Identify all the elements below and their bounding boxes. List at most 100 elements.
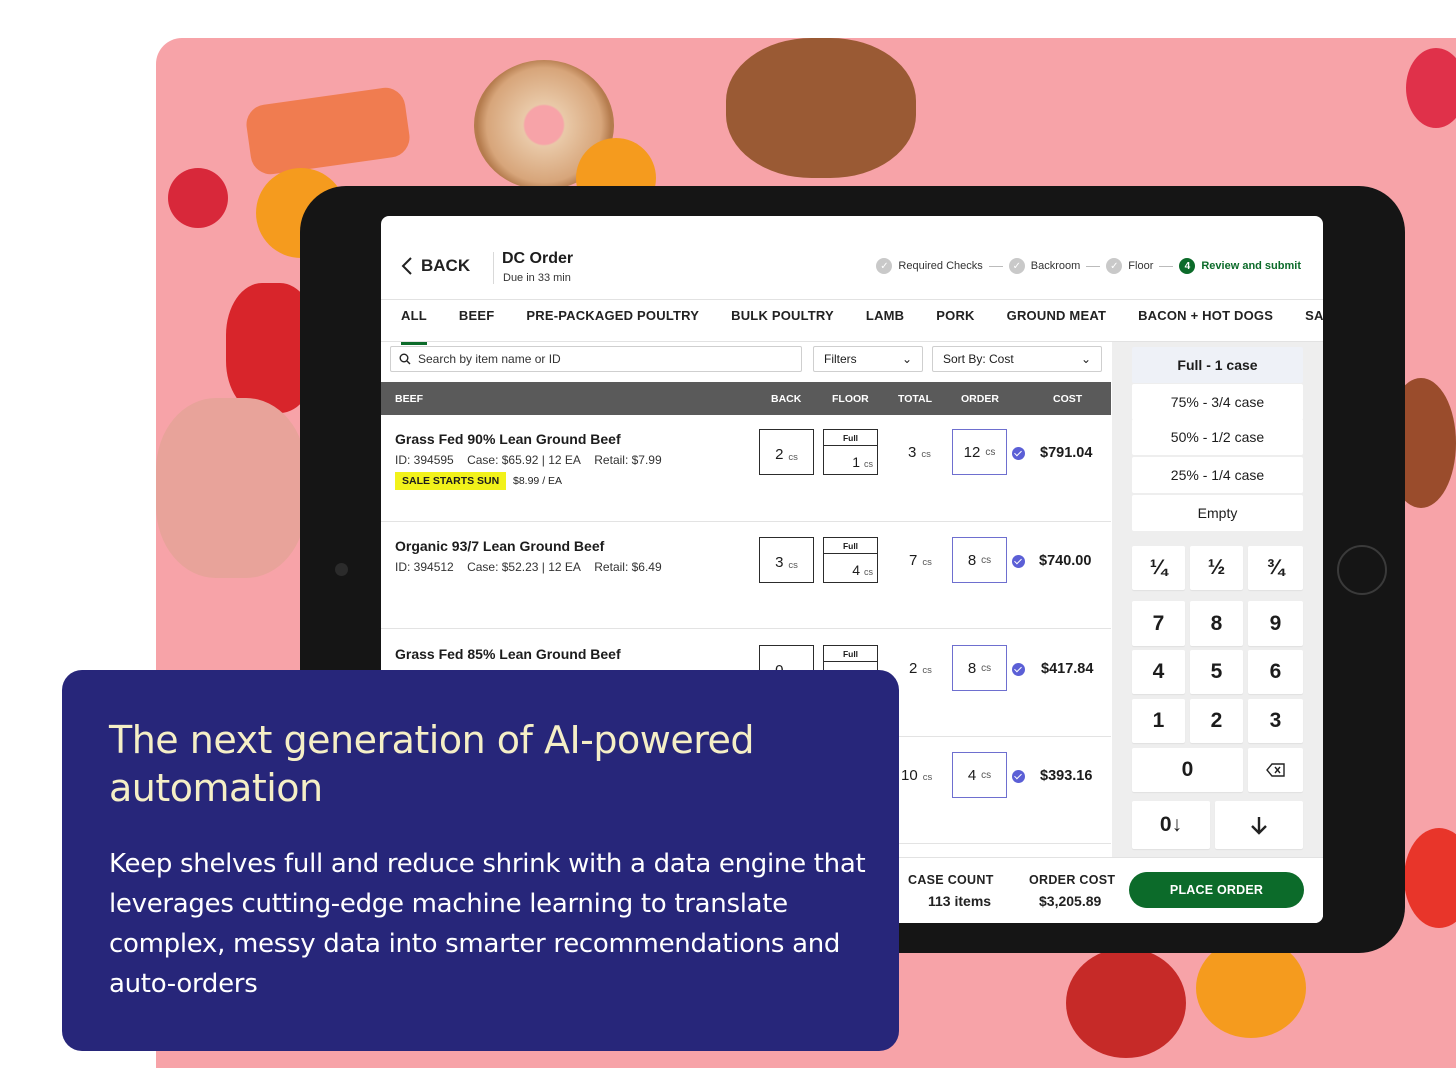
order-value: 8 [967, 551, 977, 569]
key-4[interactable]: 4 [1132, 650, 1185, 694]
search-icon [399, 353, 411, 365]
item-cost: $417.84 [1041, 661, 1094, 677]
key-half[interactable]: ½ [1190, 546, 1243, 590]
tab-beef[interactable]: BEEF [459, 300, 494, 341]
total-count: 7 cs [909, 552, 932, 569]
step-required-checks[interactable]: Required Checks [898, 260, 982, 272]
unit-label: cs [788, 560, 798, 571]
tomato-image [1066, 948, 1186, 1058]
back-count-field[interactable]: 3 cs [759, 537, 814, 583]
floor-count-field[interactable]: Full 4 cs [823, 537, 878, 583]
key-quarter[interactable]: ¼ [1132, 546, 1185, 590]
order-value: 12 [963, 443, 981, 461]
key-1[interactable]: 1 [1132, 699, 1185, 743]
tab-all[interactable]: ALL [401, 300, 427, 345]
preset-full-case[interactable]: Full - 1 case [1132, 347, 1303, 383]
preset-empty[interactable]: Empty [1132, 495, 1303, 531]
key-0[interactable]: 0 [1132, 748, 1243, 792]
sale-badge: SALE STARTS SUN [395, 472, 507, 490]
key-8[interactable]: 8 [1190, 601, 1243, 646]
key-9[interactable]: 9 [1248, 601, 1303, 646]
tab-lamb[interactable]: LAMB [866, 300, 904, 341]
checkmark-icon [1012, 555, 1025, 568]
order-value: 8 [967, 659, 977, 677]
floor-count-field[interactable]: Full 1 cs [823, 429, 878, 475]
unit-label: cs [788, 452, 798, 463]
sort-dropdown[interactable]: Sort By: Cost ⌄ [932, 346, 1102, 372]
step-backroom[interactable]: Backroom [1031, 260, 1081, 272]
category-tabs: ALL BEEF PRE-PACKAGED POULTRY BULK POULT… [381, 300, 1323, 345]
tab-bulk-poultry[interactable]: BULK POULTRY [731, 300, 834, 341]
floor-value: 1 cs [852, 454, 873, 470]
case-count-label: CASE COUNT [908, 873, 994, 887]
key-3[interactable]: 3 [1248, 699, 1303, 743]
down-button[interactable] [1215, 801, 1303, 849]
preset-three-quarter-case[interactable]: 75% - 3/4 case [1132, 384, 1303, 420]
key-6[interactable]: 6 [1248, 650, 1303, 694]
order-qty-field[interactable]: 4 cs [952, 752, 1007, 798]
column-cost[interactable]: COST [1053, 393, 1082, 405]
filters-label: Filters [824, 352, 857, 366]
step-floor[interactable]: Floor [1128, 260, 1153, 272]
back-label: BACK [421, 256, 471, 275]
unit-label: cs [921, 449, 931, 460]
preset-half-case[interactable]: 50% - 1/2 case [1132, 419, 1303, 455]
app-header: BACK DC Order Due in 33 min ✓ Required C… [381, 216, 1323, 300]
key-three-quarter[interactable]: ¾ [1248, 546, 1303, 590]
key-5[interactable]: 5 [1190, 650, 1243, 694]
column-order[interactable]: ORDER [961, 393, 999, 405]
item-case: Case: $52.23 | 12 EA [467, 560, 581, 574]
table-header: BEEF BACK FLOOR TOTAL ORDER COST [381, 382, 1111, 415]
tab-pork[interactable]: PORK [936, 300, 974, 341]
item-retail: Retail: $7.99 [594, 453, 662, 467]
floor-value: 4 cs [852, 562, 873, 578]
item-cost: $740.00 [1039, 553, 1092, 569]
floor-status: Full [824, 646, 877, 662]
filters-dropdown[interactable]: Filters ⌄ [813, 346, 923, 372]
item-id: ID: 394595 [395, 453, 454, 467]
tab-bacon-hot-dogs[interactable]: BACON + HOT DOGS [1138, 300, 1273, 341]
order-qty-field[interactable]: 8 cs [952, 645, 1007, 691]
search-input[interactable]: Search by item name or ID [390, 346, 802, 372]
total-count: 10 cs [901, 767, 932, 784]
card-headline: The next generation of AI-powered automa… [109, 718, 755, 810]
order-value: 4 [967, 766, 977, 784]
unit-label: cs [922, 557, 932, 568]
place-order-button[interactable]: PLACE ORDER [1129, 872, 1304, 908]
tomato-image [1404, 828, 1456, 928]
back-button[interactable]: BACK [401, 256, 470, 276]
search-placeholder: Search by item name or ID [418, 352, 561, 366]
column-total[interactable]: TOTAL [898, 393, 932, 405]
backspace-icon [1265, 763, 1285, 777]
step-number-badge: 4 [1179, 258, 1196, 274]
step-review-submit[interactable]: Review and submit [1201, 260, 1301, 272]
unit-label: cs [922, 772, 933, 783]
camera-dot [335, 563, 348, 576]
back-count-field[interactable]: 2 cs [759, 429, 814, 475]
check-circle-icon: ✓ [1008, 258, 1025, 274]
zero-down-button[interactable]: 0↓ [1132, 801, 1210, 849]
back-value: 2 [775, 446, 784, 463]
tab-sausages[interactable]: SAUSAGES [1305, 300, 1323, 341]
quantity-panel: Full - 1 case 75% - 3/4 case 50% - 1/2 c… [1112, 342, 1323, 857]
card-body: Keep shelves full and reduce shrink with… [109, 849, 866, 999]
column-back[interactable]: BACK [771, 393, 801, 405]
backspace-button[interactable] [1248, 748, 1303, 792]
column-floor[interactable]: FLOOR [832, 393, 869, 405]
key-2[interactable]: 2 [1190, 699, 1243, 743]
section-label: BEEF [395, 393, 424, 405]
order-cost-label: ORDER COST [1029, 873, 1116, 887]
order-qty-field[interactable]: 12 cs [952, 429, 1007, 475]
order-qty-field[interactable]: 8 cs [952, 537, 1007, 583]
floor-status: Full [824, 430, 877, 446]
salmon-image [243, 85, 413, 177]
floor-number: 1 [852, 454, 860, 470]
key-7[interactable]: 7 [1132, 601, 1185, 646]
check-circle-icon: ✓ [876, 258, 893, 274]
preset-quarter-case[interactable]: 25% - 1/4 case [1132, 457, 1303, 493]
tab-ground-meat[interactable]: GROUND MEAT [1007, 300, 1106, 341]
order-cost-value: $3,205.89 [1039, 893, 1102, 909]
cupcake-image [1406, 48, 1456, 128]
tab-pre-packaged-poultry[interactable]: PRE-PACKAGED POULTRY [526, 300, 699, 341]
floor-number: 4 [852, 562, 860, 578]
